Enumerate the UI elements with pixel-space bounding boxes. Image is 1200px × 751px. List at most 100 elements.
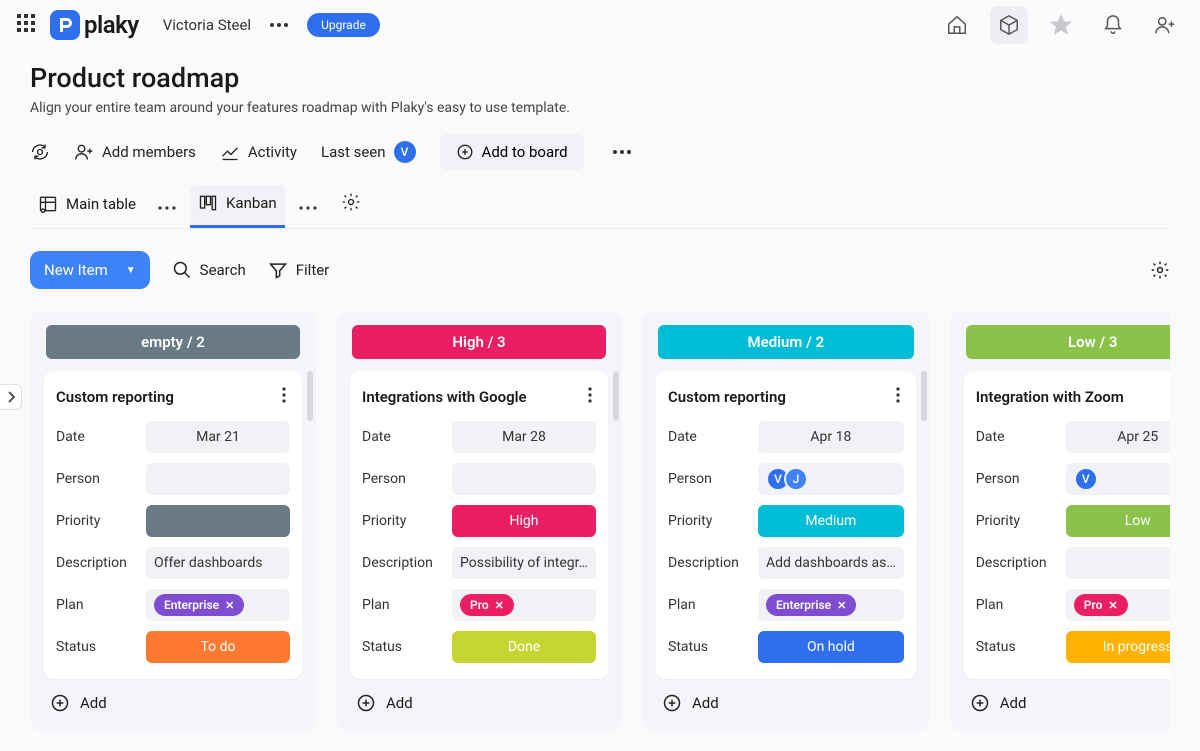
card-menu-icon[interactable] [892, 383, 904, 411]
last-seen[interactable]: Last seen V [321, 141, 416, 163]
user-menu-icon[interactable] [265, 11, 293, 39]
priority-value[interactable] [146, 505, 290, 537]
add-item-label: Add [386, 694, 413, 712]
status-value[interactable]: Done [452, 631, 596, 663]
field-label-date: Date [976, 429, 1056, 445]
priority-value[interactable]: Medium [758, 505, 904, 537]
date-value[interactable]: Apr 18 [758, 421, 904, 453]
card[interactable]: Custom reporting DateMar 21 Person Prior… [44, 371, 302, 679]
activity-button[interactable]: Activity [220, 142, 297, 162]
card[interactable]: Custom reporting DateApr 18 PersonVJ Pri… [656, 371, 916, 679]
card-menu-icon[interactable] [584, 383, 596, 411]
bell-icon[interactable] [1094, 6, 1132, 44]
description-value[interactable]: Offer dashboards [146, 547, 290, 579]
add-item-button[interactable]: Add [40, 679, 306, 723]
person-value[interactable] [146, 463, 290, 495]
invite-user-icon[interactable] [1146, 6, 1184, 44]
card-title: Integrations with Google [362, 388, 527, 406]
add-members-button[interactable]: Add members [74, 142, 196, 162]
field-label-person: Person [668, 471, 748, 487]
date-value[interactable]: Apr 25 [1066, 421, 1170, 453]
field-label-plan: Plan [362, 597, 442, 613]
status-value[interactable]: In progress [1066, 631, 1170, 663]
field-label-person: Person [976, 471, 1056, 487]
field-label-description: Description [668, 555, 748, 571]
tab-kanban-label: Kanban [226, 194, 277, 212]
current-user-name[interactable]: Victoria Steel [163, 16, 251, 34]
tab-main-table-menu-icon[interactable] [152, 198, 182, 214]
field-label-date: Date [362, 429, 442, 445]
person-value[interactable]: V [1066, 463, 1170, 495]
view-settings-icon[interactable] [331, 184, 371, 228]
logo-mark-icon [50, 10, 80, 40]
field-label-date: Date [668, 429, 748, 445]
status-value[interactable]: On hold [758, 631, 904, 663]
field-label-plan: Plan [668, 597, 748, 613]
card-title: Integration with Zoom [976, 388, 1124, 406]
field-label-person: Person [56, 471, 136, 487]
upgrade-button[interactable]: Upgrade [307, 13, 380, 37]
plan-value[interactable]: Enterprise ✕ [146, 589, 290, 621]
add-members-label: Add members [102, 143, 196, 161]
person-value[interactable] [452, 463, 596, 495]
priority-value[interactable]: High [452, 505, 596, 537]
expand-sidebar-handle[interactable] [0, 384, 22, 410]
remove-pill-icon[interactable]: ✕ [1108, 599, 1117, 612]
search-button[interactable]: Search [172, 260, 246, 280]
tab-main-table-label: Main table [66, 195, 136, 213]
package-icon[interactable] [990, 6, 1028, 44]
field-label-priority: Priority [362, 513, 442, 529]
field-label-priority: Priority [56, 513, 136, 529]
card[interactable]: Integrations with Google DateMar 28 Pers… [350, 371, 608, 679]
add-item-button[interactable]: Add [652, 679, 920, 723]
card-menu-icon[interactable] [278, 383, 290, 411]
search-label: Search [200, 261, 246, 279]
add-to-board-button[interactable]: Add to board [440, 134, 584, 170]
home-icon[interactable] [938, 6, 976, 44]
remove-pill-icon[interactable]: ✕ [495, 599, 504, 612]
apps-grid-icon[interactable] [16, 13, 36, 37]
view-tabs: Main table Kanban [30, 184, 1170, 229]
plan-value[interactable]: Enterprise ✕ [758, 589, 904, 621]
avatar[interactable]: V [1074, 467, 1098, 491]
column-scrollbar[interactable] [921, 371, 927, 421]
board-settings-icon[interactable] [1150, 260, 1170, 280]
tab-kanban-menu-icon[interactable] [293, 198, 323, 214]
column-header[interactable]: empty / 2 [46, 325, 300, 359]
tab-main-table[interactable]: Main table [30, 186, 144, 226]
sync-icon[interactable] [30, 142, 50, 162]
header-more-icon[interactable] [608, 138, 636, 166]
logo[interactable]: plaky [50, 10, 139, 40]
card[interactable]: Integration with Zoom Date Apr 25 Person V… [964, 371, 1170, 679]
star-icon[interactable] [1042, 6, 1080, 44]
plan-value[interactable]: Pro ✕ [1066, 589, 1170, 621]
field-label-description: Description [56, 555, 136, 571]
date-value[interactable]: Mar 28 [452, 421, 596, 453]
description-value[interactable]: Add dashboards as… [758, 547, 904, 579]
person-value[interactable]: VJ [758, 463, 904, 495]
filter-button[interactable]: Filter [268, 260, 330, 280]
activity-label: Activity [248, 143, 297, 161]
status-value[interactable]: To do [146, 631, 290, 663]
new-item-button[interactable]: New Item ▼ [30, 251, 150, 289]
description-value[interactable] [1066, 547, 1170, 579]
add-item-button[interactable]: Add [346, 679, 612, 723]
plan-value[interactable]: Pro ✕ [452, 589, 596, 621]
remove-pill-icon[interactable]: ✕ [837, 599, 846, 612]
column-header[interactable]: Medium / 2 [658, 325, 914, 359]
column-header[interactable]: High / 3 [352, 325, 606, 359]
remove-pill-icon[interactable]: ✕ [225, 599, 234, 612]
column-header[interactable]: Low / 3 [966, 325, 1170, 359]
page-subtitle: Align your entire team around your featu… [30, 100, 1170, 116]
tab-kanban[interactable]: Kanban [190, 185, 285, 228]
column-scrollbar[interactable] [307, 371, 313, 421]
date-value[interactable]: Mar 21 [146, 421, 290, 453]
column-scrollbar[interactable] [613, 371, 619, 421]
priority-value[interactable]: Low [1066, 505, 1170, 537]
avatar[interactable]: J [784, 467, 808, 491]
add-item-button[interactable]: Add [960, 679, 1170, 723]
logo-text: plaky [84, 11, 139, 39]
description-value[interactable]: Possibility of integr… [452, 547, 596, 579]
field-label-plan: Plan [976, 597, 1056, 613]
card-title: Custom reporting [668, 388, 786, 406]
